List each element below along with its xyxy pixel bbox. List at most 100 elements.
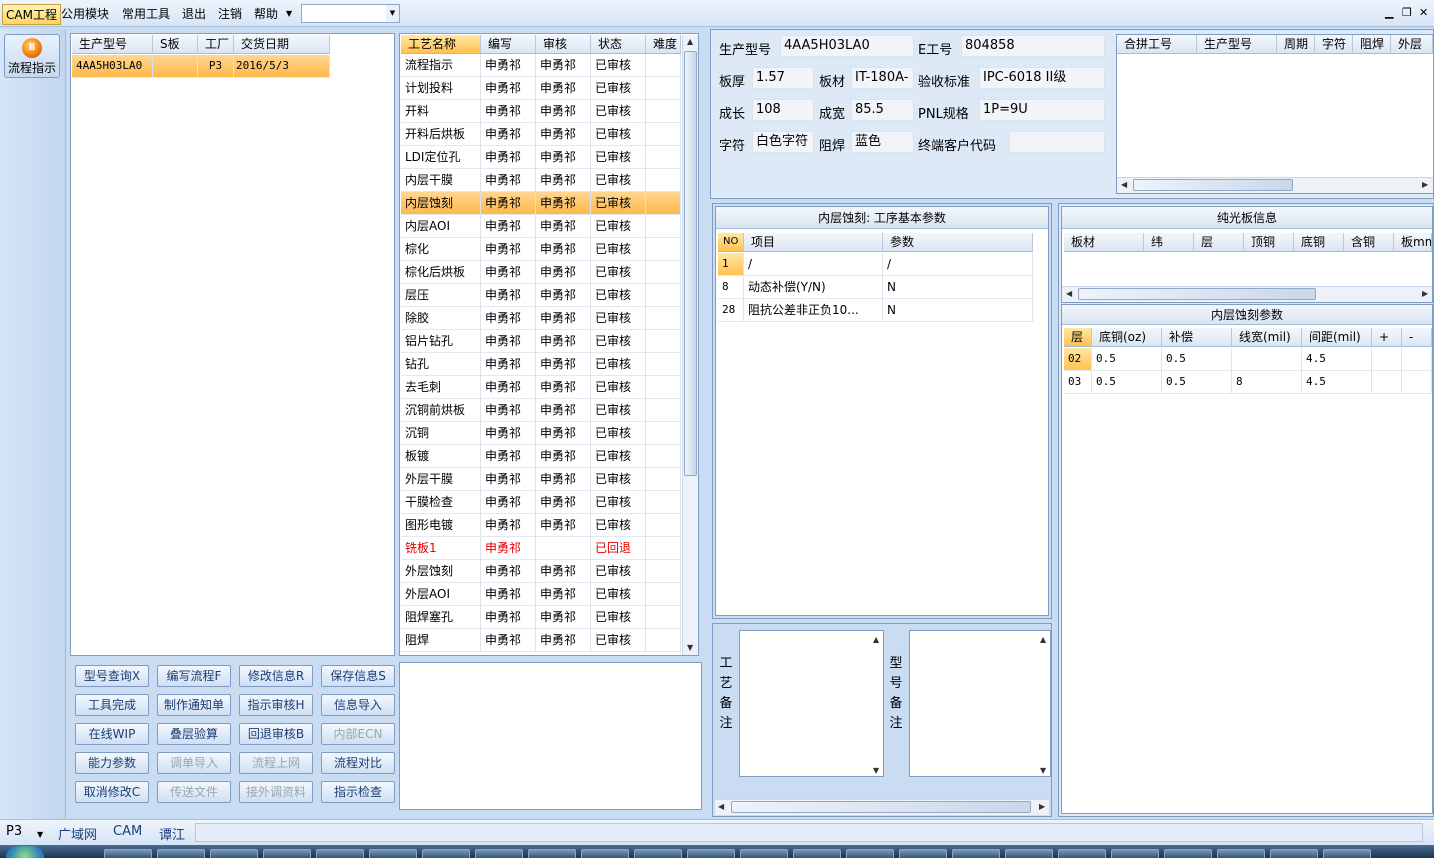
col-header-bottom-copper[interactable]: 底铜 — [1294, 233, 1344, 252]
col-header-difficulty[interactable]: 难度 — [646, 35, 681, 54]
table-row[interactable]: 内层干膜 申勇祁 申勇祁 已审核 — [400, 169, 681, 192]
menu-common-modules[interactable]: 公用模块 — [61, 5, 109, 22]
col-header-board-mm[interactable]: 板mm — [1394, 233, 1432, 252]
taskbar-item[interactable] — [210, 849, 258, 858]
col-header-line-width[interactable]: 线宽(mil) — [1232, 328, 1302, 347]
table-row[interactable]: 干膜检查 申勇祁 申勇祁 已审核 — [400, 491, 681, 514]
action-button-3-0[interactable]: 能力参数 — [75, 752, 149, 774]
action-button-1-1[interactable]: 制作通知单 — [157, 694, 231, 716]
col-header-weft[interactable]: 纬 — [1144, 233, 1194, 252]
table-row[interactable]: 4AA5H03LA0 P3 2016/5/3 — [71, 55, 330, 78]
model-remark-field[interactable]: ▲ ▼ — [909, 630, 1051, 777]
taskbar-item[interactable] — [528, 849, 576, 858]
scroll-thumb[interactable] — [684, 51, 697, 476]
taskbar-item[interactable] — [952, 849, 1000, 858]
table-row[interactable]: 棕化 申勇祁 申勇祁 已审核 — [400, 238, 681, 261]
module-combo[interactable]: ▼ — [301, 4, 400, 23]
taskbar-item[interactable] — [316, 849, 364, 858]
table-row[interactable]: 阻焊 申勇祁 申勇祁 已审核 — [400, 629, 681, 652]
taskbar-item[interactable] — [581, 849, 629, 858]
action-button-1-0[interactable]: 工具完成 — [75, 694, 149, 716]
table-row[interactable]: 1// — [716, 253, 1033, 276]
table-row[interactable]: 开料后烘板 申勇祁 申勇祁 已审核 — [400, 123, 681, 146]
table-row[interactable]: 除胶 申勇祁 申勇祁 已审核 — [400, 307, 681, 330]
col-header-period[interactable]: 周期 — [1277, 35, 1315, 54]
col-header-param[interactable]: 参数 — [883, 233, 1033, 252]
col-header-base-copper[interactable]: 底铜(oz) — [1092, 328, 1162, 347]
process-remark-field[interactable]: ▲ ▼ — [739, 630, 884, 777]
taskbar-item[interactable] — [1111, 849, 1159, 858]
action-button-1-2[interactable]: 指示审核H — [239, 694, 313, 716]
table-row[interactable]: 内层AOI 申勇祁 申勇祁 已审核 — [400, 215, 681, 238]
table-row[interactable]: 铣板1 申勇祁 已回退 — [400, 537, 681, 560]
minimize-icon[interactable]: ▁ — [1385, 6, 1393, 19]
col-header-s-board[interactable]: S板 — [153, 35, 198, 54]
menu-exit[interactable]: 退出 — [182, 5, 206, 22]
restore-icon[interactable]: ❐ — [1402, 6, 1412, 19]
col-header-copper-content[interactable]: 含铜 — [1344, 233, 1394, 252]
col-header-item[interactable]: 项目 — [744, 233, 883, 252]
scroll-thumb[interactable] — [1078, 288, 1316, 300]
taskbar-item[interactable] — [1058, 849, 1106, 858]
status-site[interactable]: P3 — [6, 824, 22, 839]
flow-indicator-button[interactable]: Ⅱ 流程指示 — [4, 34, 60, 78]
col-header-plus[interactable]: + — [1372, 328, 1402, 347]
table-row[interactable]: 板镀 申勇祁 申勇祁 已审核 — [400, 445, 681, 468]
taskbar-item[interactable] — [687, 849, 735, 858]
col-header-reviewer[interactable]: 审核 — [536, 35, 591, 54]
scroll-down-icon[interactable]: ▼ — [1040, 766, 1046, 775]
taskbar-item[interactable] — [793, 849, 841, 858]
action-button-4-3[interactable]: 指示检查 — [321, 781, 395, 803]
scroll-right-icon[interactable]: ▶ — [1039, 802, 1045, 811]
table-row[interactable]: 流程指示 申勇祁 申勇祁 已审核 — [400, 54, 681, 77]
table-row[interactable]: 外层干膜 申勇祁 申勇祁 已审核 — [400, 468, 681, 491]
scroll-left-icon[interactable]: ◀ — [718, 802, 724, 811]
taskbar-item[interactable] — [846, 849, 894, 858]
action-button-0-2[interactable]: 修改信息R — [239, 665, 313, 687]
table-row[interactable]: 铝片钻孔 申勇祁 申勇祁 已审核 — [400, 330, 681, 353]
table-row[interactable]: 图形电镀 申勇祁 申勇祁 已审核 — [400, 514, 681, 537]
col-header-model[interactable]: 生产型号 — [72, 35, 153, 54]
table-row[interactable]: 内层蚀刻 申勇祁 申勇祁 已审核 — [400, 192, 681, 215]
action-button-0-1[interactable]: 编写流程F — [157, 665, 231, 687]
col-header-delivery-date[interactable]: 交货日期 — [234, 35, 330, 54]
action-button-2-2[interactable]: 回退审核B — [239, 723, 313, 745]
menu-logout[interactable]: 注销 — [218, 5, 242, 22]
table-row[interactable]: 8 动态补偿(Y/N) N — [716, 276, 1033, 299]
plain-board-hscrollbar[interactable]: ◀ ▶ — [1062, 286, 1432, 302]
taskbar-item[interactable] — [369, 849, 417, 858]
scroll-left-icon[interactable]: ◀ — [1121, 180, 1127, 189]
table-row[interactable]: 开料 申勇祁 申勇祁 已审核 — [400, 100, 681, 123]
table-row[interactable]: 去毛刺 申勇祁 申勇祁 已审核 — [400, 376, 681, 399]
taskbar-item[interactable] — [1217, 849, 1265, 858]
table-row[interactable]: 03 0.5 0.5 8 4.5 — [1062, 371, 1432, 394]
col-header-top-copper[interactable]: 顶铜 — [1244, 233, 1294, 252]
col-header-mask[interactable]: 阻焊 — [1353, 35, 1391, 54]
taskbar-item[interactable] — [475, 849, 523, 858]
table-row[interactable]: 层压 申勇祁 申勇祁 已审核 — [400, 284, 681, 307]
scroll-thumb[interactable] — [1133, 179, 1293, 191]
scroll-left-icon[interactable]: ◀ — [1066, 289, 1072, 298]
col-header-process-name[interactable]: 工艺名称 — [401, 35, 481, 54]
taskbar-item[interactable] — [740, 849, 788, 858]
table-row[interactable]: 钻孔 申勇祁 申勇祁 已审核 — [400, 353, 681, 376]
col-header-status[interactable]: 状态 — [591, 35, 646, 54]
col-header-merged-no[interactable]: 合拼工号 — [1117, 35, 1197, 54]
menu-help[interactable]: 帮助 — [254, 5, 278, 22]
taskbar-item[interactable] — [422, 849, 470, 858]
scroll-right-icon[interactable]: ▶ — [1422, 180, 1428, 189]
close-icon[interactable]: ✕ — [1419, 6, 1428, 19]
taskbar-item[interactable] — [1270, 849, 1318, 858]
taskbar-item[interactable] — [1005, 849, 1053, 858]
table-row[interactable]: 02 0.5 0.5 4.5 — [1062, 348, 1432, 371]
action-button-2-0[interactable]: 在线WIP — [75, 723, 149, 745]
action-button-4-0[interactable]: 取消修改C — [75, 781, 149, 803]
menu-common-tools[interactable]: 常用工具 — [122, 5, 170, 22]
notes-box[interactable] — [399, 662, 702, 810]
taskbar-item[interactable] — [157, 849, 205, 858]
table-row[interactable]: 外层AOI 申勇祁 申勇祁 已审核 — [400, 583, 681, 606]
remarks-hscrollbar[interactable]: ◀ ▶ — [715, 799, 1049, 815]
scroll-thumb[interactable] — [731, 801, 1031, 813]
col-header-compensation[interactable]: 补偿 — [1162, 328, 1232, 347]
start-button[interactable] — [6, 846, 44, 858]
